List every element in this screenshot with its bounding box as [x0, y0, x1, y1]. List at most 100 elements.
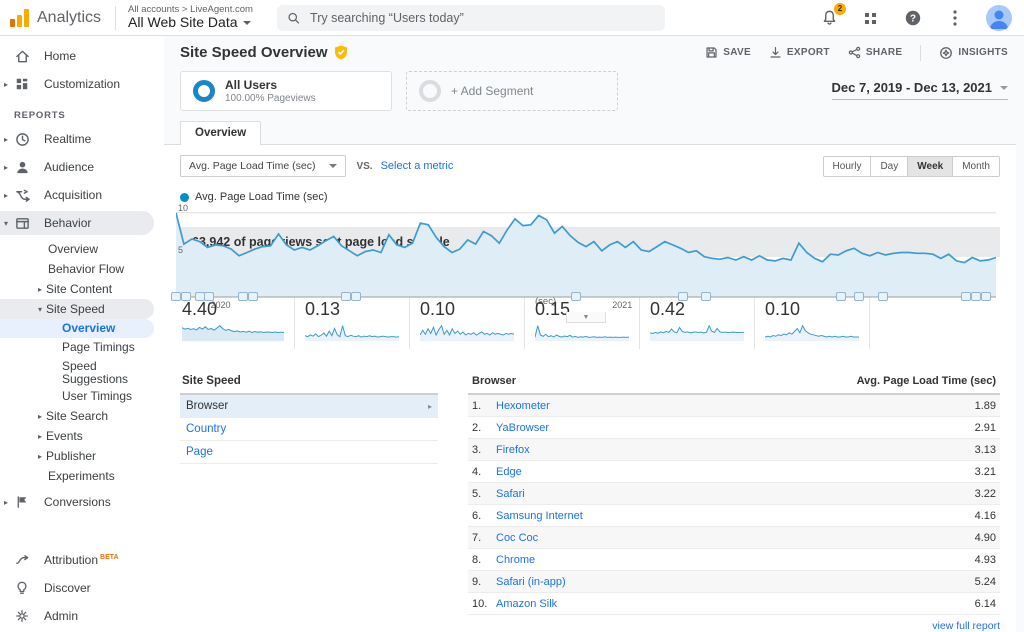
shield-badge-icon[interactable] — [334, 45, 348, 60]
add-segment-label: + Add Segment — [451, 84, 533, 98]
sidebar-item-site-speed[interactable]: ▾Site Speed — [0, 299, 154, 319]
select-metric-link[interactable]: Select a metric — [381, 160, 454, 172]
sidebar-item-experiments[interactable]: Experiments — [0, 466, 164, 486]
sidebar-item-conversions[interactable]: ▸ Conversions — [0, 490, 164, 514]
sidebar-item-events[interactable]: ▸Events — [0, 426, 164, 446]
granularity-day[interactable]: Day — [870, 156, 908, 177]
annotation-marker[interactable] — [204, 292, 214, 301]
date-range-picker[interactable]: Dec 7, 2019 - Dec 13, 2021 — [832, 80, 1008, 100]
sidebar-item-label: Speed Suggestions — [62, 358, 132, 386]
share-button[interactable]: SHARE — [848, 46, 903, 59]
save-button[interactable]: SAVE — [705, 46, 751, 59]
search-bar[interactable] — [277, 5, 665, 31]
overflow-menu-button[interactable] — [944, 7, 966, 29]
browser-link[interactable]: Hexometer — [496, 400, 550, 412]
annotation-marker[interactable] — [571, 292, 581, 301]
annotation-marker[interactable] — [171, 292, 181, 301]
annotation-marker[interactable] — [678, 292, 688, 301]
browser-link[interactable]: Chrome — [496, 554, 535, 566]
row-index: 4. — [468, 461, 492, 483]
notification-badge: 2 — [834, 3, 846, 15]
annotations-expand-handle[interactable]: ▼ — [566, 312, 606, 323]
metric-dropdown[interactable]: Avg. Page Load Time (sec) — [180, 155, 346, 177]
sidebar-item-site-speed-overview[interactable]: Overview — [0, 319, 154, 338]
sidebar-item-home[interactable]: Home — [0, 44, 164, 68]
timeseries-chart[interactable]: ▼ 10520202021 — [176, 207, 996, 213]
analytics-logo-icon[interactable] — [10, 9, 29, 27]
sidebar-item-behavior-overview[interactable]: Overview — [0, 239, 164, 259]
apps-grid-button[interactable] — [860, 7, 882, 29]
search-input[interactable] — [310, 11, 655, 25]
sidebar-item-speed-suggestions[interactable]: Speed Suggestions — [0, 357, 164, 387]
sidebar-item-realtime[interactable]: ▸ Realtime — [0, 127, 164, 151]
sidebar-item-audience[interactable]: ▸ Audience — [0, 155, 164, 179]
export-button[interactable]: EXPORT — [769, 46, 830, 59]
browser-link[interactable]: Safari (in-app) — [496, 576, 566, 588]
annotation-marker[interactable] — [238, 292, 248, 301]
browser-link[interactable]: Coc Coc — [496, 532, 538, 544]
sidebar-item-site-content[interactable]: ▸Site Content — [0, 279, 164, 299]
annotation-marker[interactable] — [981, 292, 991, 301]
divider — [920, 45, 921, 61]
metric-value: 4.16 — [691, 505, 1000, 527]
sidebar-item-site-search[interactable]: ▸Site Search — [0, 406, 164, 426]
dimension-label[interactable]: Browser — [186, 400, 228, 412]
tab-overview[interactable]: Overview — [180, 121, 261, 145]
add-segment-button[interactable]: + Add Segment — [406, 71, 618, 111]
browser-link[interactable]: YaBrowser — [496, 422, 549, 434]
annotation-marker[interactable] — [351, 292, 361, 301]
dimension-label[interactable]: Page — [186, 446, 213, 458]
annotation-marker[interactable] — [341, 292, 351, 301]
browser-link[interactable]: Samsung Internet — [496, 510, 583, 522]
row-index: 10. — [468, 593, 492, 615]
insights-button[interactable]: INSIGHTS — [939, 46, 1008, 60]
expand-arrow-icon: ▸ — [38, 412, 42, 421]
granularity-month[interactable]: Month — [952, 156, 1000, 177]
row-index: 3. — [468, 439, 492, 461]
annotation-marker[interactable] — [181, 292, 191, 301]
annotation-marker[interactable] — [248, 292, 258, 301]
user-avatar[interactable] — [986, 5, 1012, 31]
sidebar-item-acquisition[interactable]: ▸ Acquisition — [0, 183, 164, 207]
sidebar-item-attribution[interactable]: AttributionBETA — [0, 548, 164, 572]
gear-icon — [14, 608, 30, 624]
chevron-right-icon: ▸ — [428, 402, 432, 411]
main-content: Site Speed Overview SAVE EXPORT SHARE — [164, 36, 1024, 632]
sidebar-item-publisher[interactable]: ▸Publisher — [0, 446, 164, 466]
dimension-row-browser[interactable]: Browser ▸ — [180, 395, 438, 418]
dimension-label[interactable]: Country — [186, 423, 226, 435]
sidebar-item-admin[interactable]: Admin — [0, 604, 164, 628]
table-header-metric[interactable]: Avg. Page Load Time (sec) — [691, 371, 1000, 394]
dimension-row-page[interactable]: Page — [180, 441, 438, 464]
sidebar-item-customization[interactable]: ▸ Customization — [0, 72, 164, 96]
table-header-dimension[interactable]: Browser — [468, 371, 691, 394]
metric-value: 3.13 — [691, 439, 1000, 461]
view-full-report-link[interactable]: view full report — [932, 620, 1000, 632]
browser-link[interactable]: Firefox — [496, 444, 530, 456]
sidebar-item-user-timings[interactable]: User Timings — [0, 387, 164, 406]
logo-bar — [24, 9, 29, 27]
sidebar-item-page-timings[interactable]: Page Timings — [0, 338, 164, 357]
sidebar-item-behavior-flow[interactable]: Behavior Flow — [0, 259, 164, 279]
expand-arrow-icon: ▸ — [4, 498, 12, 507]
granularity-hourly[interactable]: Hourly — [823, 156, 872, 177]
help-button[interactable]: ? — [902, 7, 924, 29]
sidebar-item-label: Behavior — [44, 216, 91, 230]
segment-all-users[interactable]: All Users 100.00% Pageviews — [180, 71, 392, 111]
notifications-button[interactable]: 2 — [818, 7, 840, 29]
sidebar-item-discover[interactable]: Discover — [0, 576, 164, 600]
sidebar-item-behavior[interactable]: ▾ Behavior — [0, 211, 154, 235]
annotation-marker[interactable] — [836, 292, 846, 301]
browser-link[interactable]: Amazon Silk — [496, 598, 557, 610]
annotation-marker[interactable] — [971, 292, 981, 301]
annotation-marker[interactable] — [961, 292, 971, 301]
dimension-row-country[interactable]: Country — [180, 418, 438, 441]
expand-arrow-icon: ▸ — [38, 432, 42, 441]
browser-link[interactable]: Edge — [496, 466, 522, 478]
annotation-marker[interactable] — [854, 292, 864, 301]
granularity-week[interactable]: Week — [907, 156, 953, 177]
account-switcher[interactable]: All accounts > LiveAgent.com All Web Sit… — [128, 5, 253, 31]
annotation-marker[interactable] — [701, 292, 711, 301]
browser-link[interactable]: Safari — [496, 488, 525, 500]
annotation-marker[interactable] — [878, 292, 888, 301]
